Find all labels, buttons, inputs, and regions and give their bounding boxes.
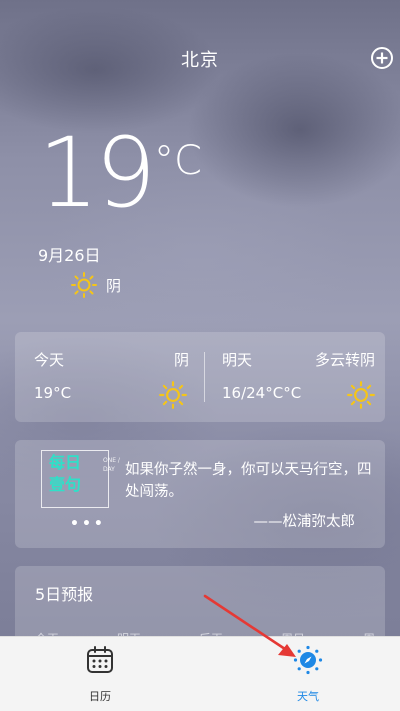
tomorrow-column: 明天 多云转阴 16/24°C°C <box>205 332 385 422</box>
tomorrow-condition: 多云转阴 <box>314 351 375 369</box>
sun-icon <box>347 381 375 409</box>
daily-quote-logo: 每日 壹句 ONE / DAY <box>37 440 123 518</box>
more-dots-icon[interactable]: ••• <box>70 516 106 532</box>
compass-icon <box>293 645 323 675</box>
tab-weather[interactable]: 天气 <box>248 637 368 711</box>
forecast-title: 5日预报 <box>35 585 94 604</box>
today-label: 今天 <box>34 351 65 369</box>
condition-label: 阴 <box>106 276 122 295</box>
today-condition: 阴 <box>173 351 189 369</box>
temperature-unit: °C <box>154 138 202 184</box>
city-title: 北京 <box>181 50 219 71</box>
bottom-tab-bar: 日历 天气 <box>0 636 400 711</box>
add-city-button[interactable] <box>370 46 394 70</box>
tab-weather-label: 天气 <box>297 690 319 703</box>
today-tomorrow-card[interactable]: 今天 阴 19°C 明天 多云转阴 16/24°C°C <box>15 332 385 422</box>
header: 北京 <box>0 42 400 74</box>
logo-line1: 每日 <box>49 453 82 472</box>
quote-author: ——松浦弥太郎 <box>253 514 356 530</box>
tab-calendar-label: 日历 <box>89 690 111 703</box>
current-condition: 阴 <box>70 271 121 299</box>
today-temp: 19°C <box>34 384 72 402</box>
plus-circle-icon <box>371 47 393 69</box>
logo-line2: 壹句 <box>49 475 82 494</box>
tomorrow-label: 明天 <box>222 351 253 369</box>
today-column: 今天 阴 19°C <box>15 332 204 422</box>
quote-text: 如果你子然一身，你可以天马行空，四处闯荡。 <box>125 462 372 500</box>
daily-quote-card[interactable]: 每日 壹句 ONE / DAY ••• 如果你子然一身，你可以天马行空，四处闯荡… <box>15 440 385 548</box>
sun-icon <box>159 381 187 409</box>
forecast-card[interactable]: 5日预报 今天 明天 后天 周日 周 <box>15 566 385 646</box>
logo-side-text: ONE / DAY <box>103 457 120 473</box>
tomorrow-temp: 16/24°C°C <box>222 384 302 402</box>
sun-icon <box>71 272 97 298</box>
calendar-icon <box>87 646 113 673</box>
current-temperature: 19 <box>38 117 156 229</box>
logo-text: 每日 壹句 <box>49 452 81 496</box>
tab-calendar[interactable]: 日历 <box>40 637 160 711</box>
current-date: 9月26日 <box>38 246 101 265</box>
